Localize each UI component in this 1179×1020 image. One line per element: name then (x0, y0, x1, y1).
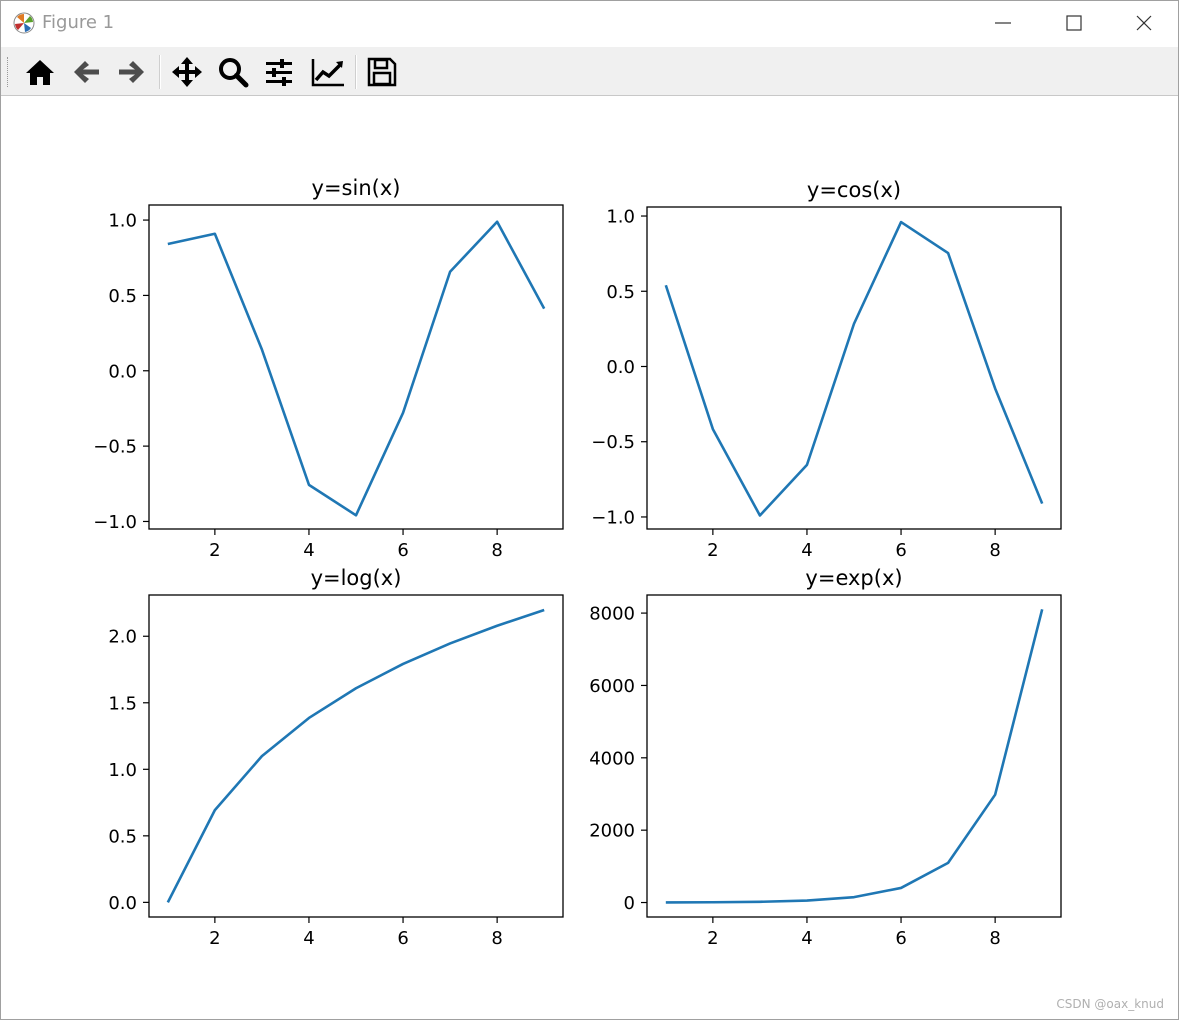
arrow-right-icon (119, 61, 144, 83)
y-tick-label: 1.0 (108, 211, 137, 232)
sliders-icon (266, 59, 292, 86)
y-tick-label: 2.0 (108, 627, 137, 648)
x-tick-label: 8 (491, 928, 502, 949)
series-line (664, 220, 1044, 517)
subplot-4: y=exp(x) 2 4 6 8 0 2000 4000 6000 8000 (589, 566, 1062, 949)
y-tick-label: 6000 (589, 676, 635, 697)
subplot-1: y=sin(x) 2 4 6 8 −1.0 −0.5 0.0 0.5 1.0 (93, 176, 564, 561)
axes-title: y=sin(x) (312, 176, 401, 200)
y-tick-label: 4000 (589, 748, 635, 769)
x-tick-label: 2 (209, 928, 220, 949)
x-tick-label: 2 (209, 540, 220, 561)
back-button[interactable] (67, 53, 105, 91)
x-tick-label: 6 (895, 540, 906, 561)
navigation-toolbar (1, 47, 1178, 96)
maximize-icon (1066, 15, 1082, 31)
x-tick-label: 6 (397, 928, 408, 949)
magnifier-icon (219, 58, 249, 88)
edit-axis-button[interactable] (307, 53, 345, 91)
x-tick-label: 6 (895, 928, 906, 949)
y-tick-label: 0.0 (108, 893, 137, 914)
figure-canvas[interactable]: y=sin(x) 2 4 6 8 −1.0 −0.5 0.0 0.5 1.0 y=cos(x) 2 4 6… (1, 96, 1178, 1018)
subplot-2: y=cos(x) 2 4 6 8 −1.0 −0.5 0.0 0.5 1.0 (591, 178, 1062, 561)
toolbar-separator (355, 55, 357, 89)
y-tick-label: 1.0 (108, 760, 137, 781)
x-tick-label: 4 (303, 540, 314, 561)
axes-frame (646, 594, 1062, 918)
y-tick-label: −0.5 (93, 437, 137, 458)
y-tick-label: 0.5 (108, 286, 137, 307)
y-tick-label: 0.0 (108, 361, 137, 382)
x-tick-label: 6 (397, 540, 408, 561)
x-tick-label: 4 (303, 928, 314, 949)
line-chart-icon (311, 59, 344, 87)
y-tick-label: 8000 (589, 604, 635, 625)
title-bar[interactable]: Figure 1 (1, 1, 1178, 46)
axes-frame (646, 206, 1062, 530)
y-tick-label: −0.5 (591, 432, 635, 453)
y-tick-label: 1.0 (606, 207, 635, 228)
axes-title: y=log(x) (311, 566, 402, 590)
home-button[interactable] (21, 53, 59, 91)
x-tick-label: 2 (707, 540, 718, 561)
y-tick-label: 1.5 (108, 693, 137, 714)
series-line (665, 609, 1044, 904)
y-tick-label: 0.5 (108, 826, 137, 847)
series-line (167, 220, 546, 517)
axes-title: y=cos(x) (807, 178, 901, 202)
save-button[interactable] (363, 53, 401, 91)
zoom-button[interactable] (214, 53, 252, 91)
axes-frame (148, 204, 564, 530)
x-tick-label: 2 (707, 928, 718, 949)
home-icon (26, 60, 54, 85)
x-tick-label: 8 (989, 540, 1000, 561)
window-title: Figure 1 (42, 12, 115, 33)
minimize-icon (995, 22, 1011, 24)
floppy-disk-icon (367, 57, 397, 87)
close-button[interactable] (1109, 1, 1179, 46)
x-tick-label: 8 (491, 540, 502, 561)
x-tick-label: 4 (801, 540, 812, 561)
minimize-button[interactable] (968, 1, 1038, 46)
move-icon (172, 57, 202, 87)
arrow-left-icon (74, 61, 99, 83)
y-tick-label: 0.5 (606, 282, 635, 303)
y-tick-label: 0.0 (606, 357, 635, 378)
toolbar-separator (159, 55, 161, 89)
axes-frame (148, 594, 564, 918)
x-tick-label: 8 (989, 928, 1000, 949)
matplotlib-logo-icon (13, 12, 35, 34)
subplot-3: y=log(x) 2 4 6 8 0.0 0.5 1.0 1.5 2.0 (108, 566, 564, 949)
y-tick-label: −1.0 (591, 507, 635, 528)
figure-window: Figure 1 y=sin(x) 2 4 6 8 −1.0 −0.5 0.0 … (0, 0, 1179, 1020)
configure-subplots-button[interactable] (260, 53, 298, 91)
forward-button[interactable] (113, 53, 151, 91)
y-tick-label: 0 (624, 893, 635, 914)
y-tick-label: −1.0 (93, 512, 137, 533)
watermark: CSDN @oax_knud (1056, 997, 1164, 1011)
series-line (166, 608, 545, 903)
y-tick-label: 2000 (589, 821, 635, 842)
axes-title: y=exp(x) (805, 566, 902, 590)
close-icon (1136, 15, 1152, 31)
pan-button[interactable] (168, 53, 206, 91)
toolbar-grip[interactable] (7, 57, 10, 87)
maximize-button[interactable] (1039, 1, 1109, 46)
x-tick-label: 4 (801, 928, 812, 949)
